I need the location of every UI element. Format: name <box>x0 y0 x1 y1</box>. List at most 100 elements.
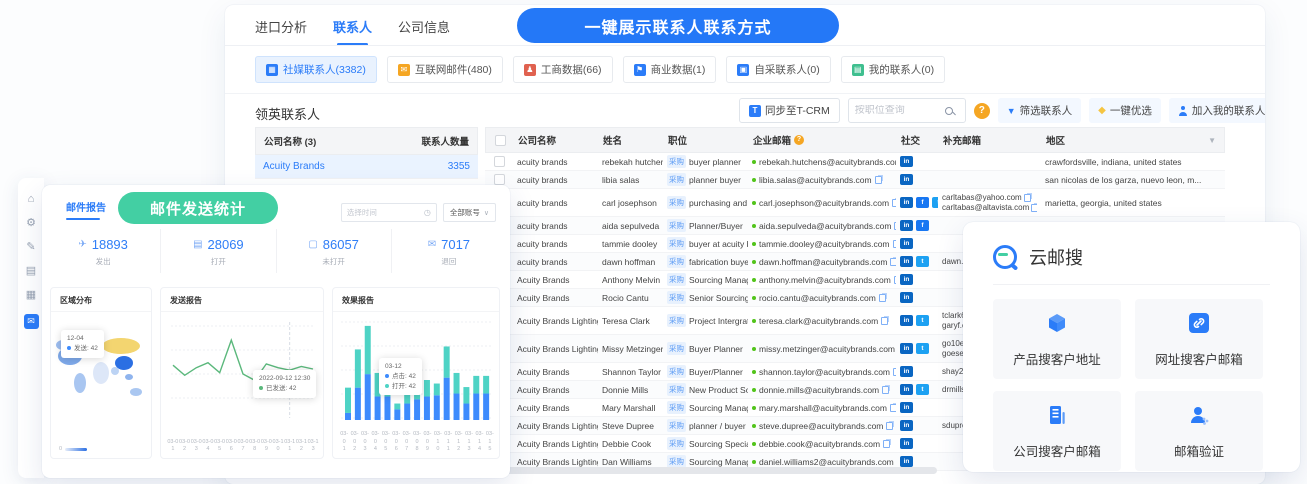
verified-dot-icon <box>752 347 756 351</box>
box-icon: ▣ <box>737 64 749 76</box>
horizontal-scrollbar[interactable] <box>497 467 937 474</box>
extra-email: carltabas@yahoo.com <box>942 193 1037 203</box>
home-icon[interactable]: ⌂ <box>28 194 35 205</box>
position-search-input[interactable] <box>855 105 945 116</box>
stat-label: 打开 <box>161 256 275 267</box>
region-filter-icon[interactable]: ▼ <box>1208 136 1216 145</box>
facebook-icon[interactable]: f <box>916 197 929 208</box>
linkedin-icon[interactable]: in <box>900 343 913 354</box>
linkedin-icon[interactable]: in <box>900 456 913 467</box>
map-card-title: 区域分布 <box>51 288 151 312</box>
mini-sidebar: ⌂ ⚙ ✎ ▤ ▦ ✉ <box>18 178 44 478</box>
tile-邮箱验证[interactable]: 邮箱验证 <box>1135 391 1263 471</box>
email-tab-邮件报告[interactable]: 邮件报告 <box>66 199 106 220</box>
linkedin-icon[interactable]: in <box>900 402 913 413</box>
linkedin-icon[interactable]: in <box>900 384 913 395</box>
stat-number: 86057 <box>323 237 359 252</box>
pencil-icon[interactable]: ✎ <box>26 242 35 253</box>
linkedin-icon[interactable]: in <box>900 438 913 449</box>
search-icon[interactable] <box>945 107 953 115</box>
chip-自采联系人(0)[interactable]: ▣自采联系人(0) <box>726 56 830 83</box>
role-tag: 采购 <box>667 437 686 450</box>
copy-icon[interactable] <box>882 386 889 394</box>
row-checkbox[interactable] <box>494 174 505 185</box>
select-all-checkbox[interactable] <box>495 135 506 146</box>
twitter-icon[interactable]: t <box>916 343 929 354</box>
grid-icon[interactable]: ▦ <box>26 290 36 301</box>
cell-social: in <box>896 366 938 377</box>
email-stats-panel: 邮件报告收件人报告 ◷ 全部账号 ∨ ✈18893发出▤28069打开▢8605… <box>42 185 510 478</box>
linkedin-icon[interactable]: in <box>900 174 913 185</box>
help-icon[interactable]: ? <box>974 103 990 119</box>
gear-icon[interactable]: ⚙ <box>26 218 36 229</box>
x-tick: 03-03 <box>190 439 202 454</box>
contact-table-header: 公司名称 姓名 职位 企业邮箱? 社交 补充邮箱 地区▼ <box>485 127 1225 153</box>
add-to-my-contacts-button[interactable]: 加入我的联系人 <box>1169 98 1265 123</box>
cloud-search-tiles: 产品搜客户地址 网址搜客户邮箱公司搜客户邮箱邮箱验证 <box>963 285 1300 471</box>
chip-我的联系人(0)[interactable]: ▤我的联系人(0) <box>841 56 945 83</box>
linkedin-icon[interactable]: in <box>900 366 913 377</box>
email-panel-controls: ◷ 全部账号 ∨ <box>341 203 496 222</box>
account-select[interactable]: 全部账号 ∨ <box>443 203 496 222</box>
doc-icon[interactable]: ▤ <box>26 266 36 277</box>
tab-公司信息[interactable]: 公司信息 <box>398 17 450 46</box>
x-tick: 03-08 <box>249 439 261 454</box>
linkedin-icon[interactable]: in <box>900 156 913 167</box>
linkedin-icon[interactable]: in <box>900 256 913 267</box>
title-text: Sourcing Manager <box>689 275 748 285</box>
company-row[interactable]: Acuity Brands3355 <box>255 155 478 179</box>
linkedin-icon[interactable]: in <box>900 292 913 303</box>
email-help-icon[interactable]: ? <box>794 135 804 145</box>
mail-icon[interactable]: ✉ <box>24 314 39 329</box>
chip-社媒联系人(3382)[interactable]: ▦社媒联系人(3382) <box>255 56 377 83</box>
x-tick: 03-15 <box>485 431 495 454</box>
chip-互联网邮件(480)[interactable]: ✉互联网邮件(480) <box>387 56 503 83</box>
twitter-icon[interactable]: t <box>916 315 929 326</box>
cell-email: rocio.cantu@acuitybrands.com <box>748 293 896 303</box>
linkedin-icon[interactable]: in <box>900 238 913 249</box>
row-checkbox[interactable] <box>494 156 505 167</box>
contact-row[interactable]: acuity brandslibia salas采购planner buyerl… <box>485 171 1225 189</box>
top-tabs: 进口分析联系人公司信息 <box>255 17 450 46</box>
tile-产品搜客户地址[interactable]: 产品搜客户地址 <box>993 299 1121 379</box>
tab-联系人[interactable]: 联系人 <box>333 17 372 46</box>
x-tick: 03-07 <box>237 439 249 454</box>
sync-tcrm-button[interactable]: T 同步至T-CRM <box>739 98 840 123</box>
copy-icon[interactable] <box>886 422 893 430</box>
copy-icon[interactable] <box>1024 194 1031 202</box>
tab-进口分析[interactable]: 进口分析 <box>255 17 307 46</box>
title-text: Sourcing Manager - <box>689 403 748 413</box>
copy-icon[interactable] <box>883 440 890 448</box>
cell-name: carl josephson <box>598 198 663 208</box>
linkedin-icon[interactable]: in <box>900 315 913 326</box>
one-click-pick-button[interactable]: ◆ 一键优选 <box>1089 98 1161 123</box>
linkedin-icon[interactable]: in <box>900 420 913 431</box>
linkedin-icon[interactable]: in <box>900 197 913 208</box>
cell-email: aida.sepulveda@acuitybrands.com <box>748 221 896 231</box>
cell-company: Acuity Brands Lighting <box>513 457 598 467</box>
contact-row[interactable]: acuity brandscarl josephson采购purchasing … <box>485 189 1225 217</box>
twitter-icon[interactable]: t <box>916 384 929 395</box>
tile-label: 产品搜客户地址 <box>1013 349 1101 368</box>
twitter-icon[interactable]: t <box>916 256 929 267</box>
linkedin-icon[interactable]: in <box>900 220 913 231</box>
title-text: New Product Sourcir <box>689 385 748 395</box>
facebook-icon[interactable]: f <box>916 220 929 231</box>
contact-row[interactable]: acuity brandsrebekah hutchens采购buyer pla… <box>485 153 1225 171</box>
date-picker-input[interactable] <box>347 208 417 217</box>
cell-title: 采购Planner/Buyer <box>663 219 748 232</box>
tile-网址搜客户邮箱[interactable]: 网址搜客户邮箱 <box>1135 299 1263 379</box>
x-tick: 03-10 <box>272 439 284 454</box>
chip-商业数据(1)[interactable]: ⚑商业数据(1) <box>623 56 717 83</box>
person-icon: ♟ <box>524 64 536 76</box>
linkedin-icon[interactable]: in <box>900 274 913 285</box>
copy-icon[interactable] <box>881 317 888 325</box>
filter-contacts-button[interactable]: ▼ 筛选联系人 <box>998 98 1081 123</box>
stat-number: 7017 <box>441 237 470 252</box>
copy-icon[interactable] <box>1031 204 1037 212</box>
copy-icon[interactable] <box>879 294 886 302</box>
tile-公司搜客户邮箱[interactable]: 公司搜客户邮箱 <box>993 391 1121 471</box>
chip-工商数据(66)[interactable]: ♟工商数据(66) <box>513 56 613 83</box>
stat-未打开: ▢86057未打开 <box>277 229 392 273</box>
copy-icon[interactable] <box>875 176 882 184</box>
